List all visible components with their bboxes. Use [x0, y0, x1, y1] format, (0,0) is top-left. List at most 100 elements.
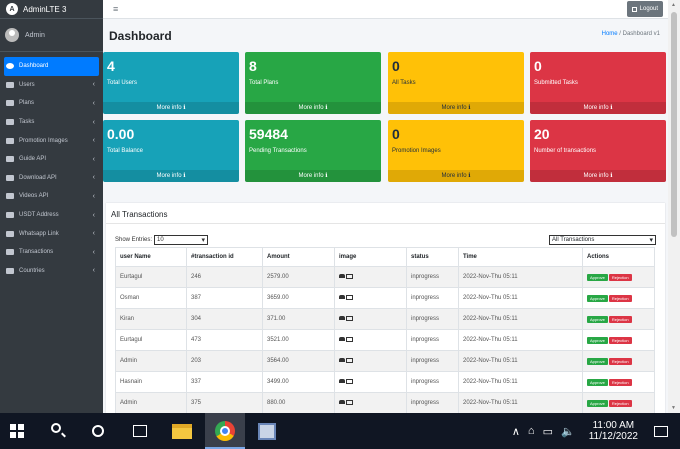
sidebar-item-dashboard[interactable]: Dashboard [4, 57, 99, 76]
reject-button[interactable]: Rejection [608, 273, 632, 281]
more-info-link[interactable]: More info ℹ [530, 170, 666, 182]
cell-status: inprogress [406, 329, 459, 351]
stat-value: 4 [107, 58, 115, 74]
more-info-link[interactable]: More info ℹ [388, 102, 524, 114]
column-header[interactable]: Time [458, 247, 583, 267]
sidebar-item-countries[interactable]: Countries ‹ [0, 262, 103, 281]
sidebar-item-videos-api[interactable]: Videos API ‹ [0, 187, 103, 206]
sidebar-item-whatsapp-link[interactable]: Whatsapp Link ‹ [0, 224, 103, 243]
cell-id: 375 [186, 392, 263, 414]
approve-button[interactable]: Approve [587, 315, 608, 323]
menu-toggle-icon[interactable]: ≡ [113, 4, 118, 14]
file-explorer-icon[interactable] [172, 424, 192, 439]
system-tray: ∧ ⌂ ▭ 🔈 11:00 AM 11/12/2022 [512, 413, 680, 449]
cell-image[interactable] [334, 308, 407, 330]
volume-icon[interactable]: 🔈 [561, 425, 575, 438]
more-info-link[interactable]: More info ℹ [103, 102, 239, 114]
user-name: Admin [25, 31, 45, 39]
stat-value: 0.00 [107, 126, 135, 142]
sidebar-item-tasks[interactable]: Tasks ‹ [0, 113, 103, 132]
transaction-filter-select[interactable]: All Transactions ▾ [549, 235, 656, 245]
chrome-taskbar-button[interactable] [205, 413, 245, 449]
control-panel-icon[interactable] [258, 423, 276, 440]
more-info-link[interactable]: More info ℹ [245, 170, 381, 182]
stat-box-total-balance: 0.00 Total Balance More info ℹ [103, 120, 239, 182]
sidebar-item-download-api[interactable]: Download API ‹ [0, 169, 103, 188]
download-icon [6, 174, 14, 181]
breadcrumb-home-link[interactable]: Home [602, 31, 618, 37]
cortana-icon[interactable] [92, 425, 104, 437]
cell-image[interactable] [334, 266, 407, 288]
more-info-link[interactable]: More info ℹ [388, 170, 524, 182]
car-icon [339, 337, 345, 342]
approve-button[interactable]: Approve [587, 357, 608, 365]
sidebar: A AdminLTE 3 Admin Dashboard Users ‹ Pla… [0, 0, 103, 413]
reject-button[interactable]: Rejection [608, 399, 632, 407]
clock[interactable]: 11:00 AM 11/12/2022 [589, 420, 638, 442]
cell-actions: Approve Rejection [582, 392, 655, 414]
column-header[interactable]: Amount [262, 247, 335, 267]
sidebar-item-usdt-address[interactable]: USDT Address ‹ [0, 206, 103, 225]
sidebar-item-promotion-images[interactable]: Promotion Images ‹ [0, 131, 103, 150]
cell-time: 2022-Nov-Thu 05:11 [458, 329, 583, 351]
car-icon [339, 274, 345, 279]
logout-button[interactable]: Logout [626, 1, 663, 17]
sidebar-item-transactions[interactable]: Transactions ‹ [0, 243, 103, 262]
column-header[interactable]: status [406, 247, 459, 267]
reject-button[interactable]: Rejection [608, 378, 632, 386]
car-icon [339, 400, 345, 405]
cell-time: 2022-Nov-Thu 05:11 [458, 308, 583, 330]
filter-value: All Transactions [552, 237, 595, 243]
image-icon [346, 399, 353, 405]
more-info-link[interactable]: More info ℹ [103, 170, 239, 182]
table-row: Admin 375 880.00 inprogress 2022-Nov-Thu… [115, 392, 655, 414]
column-header[interactable]: image [334, 247, 407, 267]
chevron-down-icon: ▾ [649, 237, 653, 244]
chevron-left-icon: ‹ [92, 192, 95, 200]
column-header[interactable]: Actions [582, 247, 655, 267]
brand-link[interactable]: A AdminLTE 3 [0, 0, 103, 19]
windows-start-icon[interactable] [10, 424, 24, 438]
stat-value: 20 [534, 126, 550, 142]
network-icon[interactable]: ⌂ [528, 425, 535, 437]
cell-image[interactable] [334, 392, 407, 414]
chevron-left-icon: ‹ [92, 230, 95, 238]
reject-button[interactable]: Rejection [608, 294, 632, 302]
column-header[interactable]: #transaction id [186, 247, 263, 267]
reject-button[interactable]: Rejection [608, 315, 632, 323]
approve-button[interactable]: Approve [587, 336, 608, 344]
cell-image[interactable] [334, 350, 407, 372]
cell-image[interactable] [334, 329, 407, 351]
approve-button[interactable]: Approve [587, 273, 608, 281]
page-scrollbar[interactable]: ▲ ▼ [668, 0, 680, 413]
sidebar-item-guide-api[interactable]: Guide API ‹ [0, 150, 103, 169]
search-icon[interactable] [51, 423, 61, 433]
show-entries-select[interactable]: 10 ▾ [154, 235, 209, 245]
stat-label: Total Users [107, 80, 138, 86]
column-header[interactable]: user Name [115, 247, 187, 267]
approve-button[interactable]: Approve [587, 378, 608, 386]
show-hidden-icons-icon[interactable]: ∧ [512, 425, 520, 438]
cell-image[interactable] [334, 287, 407, 309]
table-row: Eurtagul 246 2579.00 inprogress 2022-Nov… [115, 266, 655, 288]
scroll-up-arrow-icon[interactable]: ▲ [671, 2, 676, 8]
page-title: Dashboard [109, 29, 172, 43]
scroll-down-arrow-icon[interactable]: ▼ [671, 405, 676, 411]
logout-label: Logout [639, 6, 658, 12]
reject-button[interactable]: Rejection [608, 357, 632, 365]
more-info-link[interactable]: More info ℹ [245, 102, 381, 114]
task-view-icon[interactable] [133, 425, 147, 437]
cell-image[interactable] [334, 371, 407, 393]
sidebar-item-users[interactable]: Users ‹ [0, 76, 103, 95]
cell-status: inprogress [406, 287, 459, 309]
sidebar-item-plans[interactable]: Plans ‹ [0, 94, 103, 113]
display-icon[interactable]: ▭ [543, 425, 553, 438]
more-info-link[interactable]: More info ℹ [530, 102, 666, 114]
reject-button[interactable]: Rejection [608, 336, 632, 344]
user-panel[interactable]: Admin [0, 19, 103, 52]
notifications-icon[interactable] [654, 425, 668, 437]
chevron-down-icon: ▾ [201, 237, 206, 244]
scrollbar-thumb[interactable] [671, 12, 677, 237]
approve-button[interactable]: Approve [587, 399, 608, 407]
approve-button[interactable]: Approve [587, 294, 608, 302]
